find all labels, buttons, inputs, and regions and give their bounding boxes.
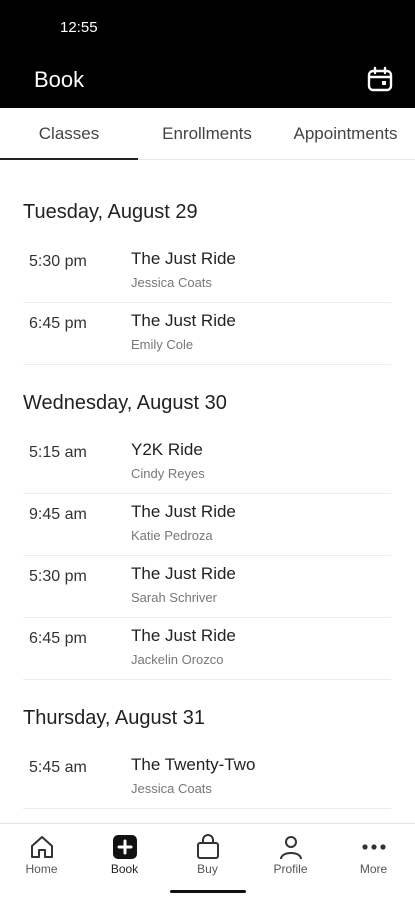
app-bar: Book (0, 55, 415, 108)
nav-book-label: Book (110, 862, 139, 876)
class-instructor: Cindy Reyes (131, 466, 205, 481)
class-row[interactable]: 6:45 pm The Just Ride Jackelin Orozco (23, 618, 391, 680)
bottom-navigation: Home Book Buy Profile More (0, 823, 415, 900)
class-row[interactable]: 6:45 pm The Just Ride Emily Cole (23, 303, 391, 365)
plus-square-icon (113, 835, 137, 859)
class-row[interactable]: 5:15 am Y2K Ride Cindy Reyes (23, 432, 391, 494)
day-header: Thursday, August 31 (23, 707, 205, 729)
class-name: The Just Ride (131, 502, 236, 521)
class-instructor: Emily Cole (131, 337, 194, 352)
class-name: The Just Ride (131, 626, 236, 645)
class-name: The Just Ride (131, 311, 236, 330)
class-instructor: Jessica Coats (131, 275, 212, 290)
shopping-bag-icon (197, 834, 219, 859)
class-time: 5:15 am (29, 444, 87, 461)
tab-appointments-label: Appointments (293, 124, 398, 143)
class-schedule-list[interactable]: Tuesday, August 29 5:30 pm The Just Ride… (0, 161, 415, 823)
nav-book[interactable]: Book (83, 824, 166, 884)
tab-selected-indicator (0, 158, 138, 160)
nav-profile-label: Profile (273, 862, 308, 876)
nav-more-label: More (359, 862, 388, 876)
class-instructor: Sarah Schriver (131, 590, 217, 605)
person-icon (280, 836, 302, 860)
class-instructor: Katie Pedroza (131, 528, 213, 543)
class-time: 6:45 pm (29, 315, 87, 332)
class-row[interactable]: 5:30 pm The Just Ride Sarah Schriver (23, 556, 391, 618)
home-indicator (170, 890, 246, 893)
class-time: 9:45 am (29, 506, 87, 523)
class-name: The Just Ride (131, 564, 236, 583)
nav-home-label: Home (25, 862, 58, 876)
home-icon (31, 836, 53, 858)
class-name: The Twenty-Two (131, 755, 256, 774)
status-bar: 12:55 (0, 0, 415, 55)
class-name: Y2K Ride (131, 440, 203, 459)
status-time: 12:55 (60, 19, 98, 36)
class-time: 5:30 pm (29, 253, 87, 270)
class-time: 5:30 pm (29, 568, 87, 585)
class-instructor: Jessica Coats (131, 781, 212, 796)
class-row[interactable]: 5:30 pm The Just Ride Jessica Coats (23, 241, 391, 303)
class-row[interactable]: 9:45 am The Just Ride Katie Pedroza (23, 494, 391, 556)
class-name: The Just Ride (131, 249, 236, 268)
nav-home[interactable]: Home (0, 824, 83, 884)
page-title: Book (34, 67, 85, 92)
calendar-icon[interactable] (366, 66, 394, 94)
tab-classes-label: Classes (38, 124, 100, 143)
tab-enrollments-label: Enrollments (162, 124, 252, 143)
nav-buy[interactable]: Buy (166, 824, 249, 884)
class-row[interactable]: 5:45 am The Twenty-Two Jessica Coats (23, 747, 391, 809)
tab-enrollments[interactable]: Enrollments (138, 108, 276, 160)
class-time: 6:45 pm (29, 630, 87, 647)
day-header: Tuesday, August 29 (23, 201, 198, 223)
tab-classes[interactable]: Classes (0, 108, 138, 160)
tab-bar: Classes Enrollments Appointments (0, 108, 415, 160)
day-header: Wednesday, August 30 (23, 392, 227, 414)
more-dots-icon (362, 844, 386, 850)
nav-profile[interactable]: Profile (249, 824, 332, 884)
class-instructor: Jackelin Orozco (131, 652, 224, 667)
nav-more[interactable]: More (332, 824, 415, 884)
tab-appointments[interactable]: Appointments (276, 108, 415, 160)
class-time: 5:45 am (29, 759, 87, 776)
nav-buy-label: Buy (197, 862, 218, 876)
